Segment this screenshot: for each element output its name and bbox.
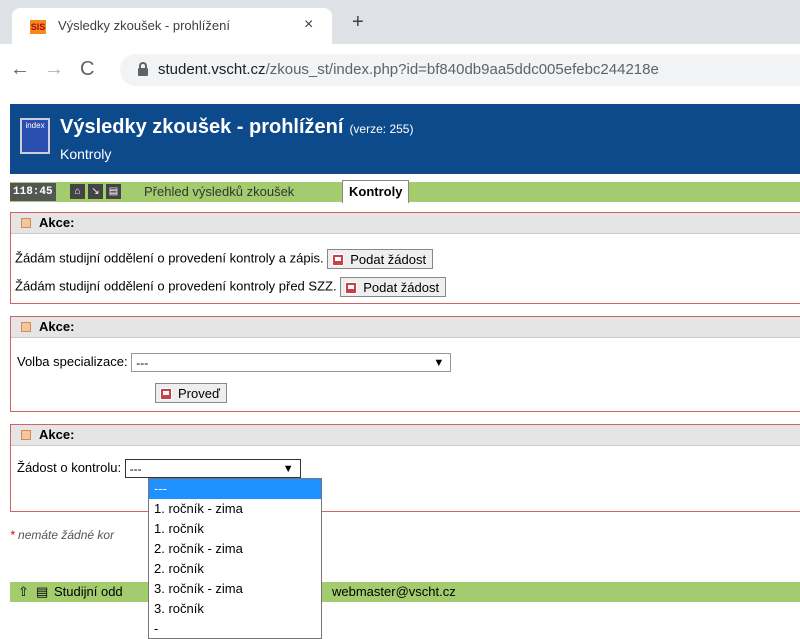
dept-label: Studijní odd bbox=[54, 584, 123, 599]
session-clock: 118:45 bbox=[10, 183, 56, 201]
url-path: /zkous_st/index.php?id=bf840db9aa5ddc005… bbox=[265, 61, 659, 78]
panel-title: Akce: bbox=[39, 215, 75, 230]
forward-arrow-icon[interactable]: → bbox=[44, 58, 64, 80]
control-label: Žádost o kontrolu: bbox=[17, 459, 122, 475]
lock-icon[interactable] bbox=[138, 62, 148, 76]
request-text-2: Žádám studijní oddělení o provedení kont… bbox=[15, 278, 337, 294]
execute-icon bbox=[160, 388, 172, 400]
app-tabstrip: 118:45 ⌂ ↘ ▤ Přehled výsledků zkoušek Ko… bbox=[10, 180, 800, 203]
note-text: nemáte žádné kor bbox=[18, 528, 115, 542]
page-title: Výsledky zkoušek - prohlížení (verze: 255… bbox=[60, 116, 413, 139]
execute-label: Proveď bbox=[178, 386, 220, 401]
tab-kontroly[interactable]: Kontroly bbox=[342, 180, 410, 203]
browser-tab-bar: SIS Výsledky zkoušek - prohlížení × + bbox=[0, 0, 800, 44]
close-tab-icon[interactable]: × bbox=[304, 16, 313, 34]
panel-title: Akce: bbox=[39, 319, 75, 334]
dropdown-option[interactable]: --- bbox=[149, 479, 321, 499]
browser-nav-bar: ← → C student.vscht.cz/zkous_st/index.ph… bbox=[0, 44, 800, 96]
app-footer: ⇧ ▤ Studijní odd webmaster@vscht.cz bbox=[10, 582, 800, 602]
tab-overview[interactable]: Přehled výsledků zkoušek bbox=[144, 184, 294, 199]
tab-title: Výsledky zkoušek - prohlížení bbox=[58, 18, 230, 33]
specialization-row: Volba specializace: --- ▼ bbox=[17, 353, 452, 372]
print-icon[interactable]: ▤ bbox=[36, 582, 48, 602]
collapse-icon[interactable] bbox=[21, 430, 31, 440]
submit-icon bbox=[332, 254, 345, 266]
dropdown-option[interactable]: 2. ročník bbox=[149, 559, 321, 579]
request-row-1: Žádám studijní oddělení o provedení kont… bbox=[15, 249, 434, 269]
version-label: (verze: 255) bbox=[349, 122, 414, 136]
control-value: --- bbox=[129, 462, 142, 476]
specialization-label: Volba specializace: bbox=[17, 353, 128, 369]
control-row: Žádost o kontrolu: --- ▼ bbox=[17, 459, 301, 478]
execute-button[interactable]: Proveď bbox=[155, 383, 227, 403]
note-star: * bbox=[10, 528, 15, 542]
info-note: * nemáte žádné kor bbox=[10, 528, 114, 542]
app-header: index Výsledky zkoušek - prohlížení (verz… bbox=[10, 104, 800, 174]
dropdown-option[interactable]: 3. ročník bbox=[149, 599, 321, 619]
submit-label: Podat žádost bbox=[363, 280, 440, 295]
panel-title: Akce: bbox=[39, 427, 75, 442]
dropdown-option[interactable]: - bbox=[149, 619, 321, 638]
panel-header: Akce: bbox=[11, 213, 800, 234]
submit-request-button-2[interactable]: Podat žádost bbox=[340, 277, 447, 297]
dropdown-option[interactable]: 1. ročník - zima bbox=[149, 499, 321, 519]
request-row-2: Žádám studijní oddělení o provedení kont… bbox=[15, 277, 447, 297]
request-text-1: Žádám studijní oddělení o provedení kont… bbox=[15, 250, 324, 266]
url-text[interactable]: student.vscht.cz/zkous_st/index.php?id=b… bbox=[158, 61, 659, 78]
collapse-icon[interactable] bbox=[21, 218, 31, 228]
print-icon[interactable]: ▤ bbox=[106, 184, 121, 199]
specialization-value: --- bbox=[136, 356, 149, 370]
panel-header: Akce: bbox=[11, 317, 800, 338]
webmaster-email-link[interactable]: webmaster@vscht.cz bbox=[332, 582, 456, 602]
index-book-icon: index bbox=[20, 118, 50, 154]
arrow-down-right-icon[interactable]: ↘ bbox=[88, 184, 103, 199]
specialization-select[interactable]: --- ▼ bbox=[131, 353, 452, 372]
url-host: student.vscht.cz bbox=[158, 61, 266, 78]
collapse-icon[interactable] bbox=[21, 322, 31, 332]
panel-header: Akce: bbox=[11, 425, 800, 446]
home-icon[interactable]: ⌂ bbox=[70, 184, 85, 199]
page-subtitle: Kontroly bbox=[60, 146, 112, 162]
back-arrow-icon[interactable]: ← bbox=[10, 58, 30, 80]
control-request-options[interactable]: --- 1. ročník - zima 1. ročník 2. ročník… bbox=[148, 478, 322, 639]
reload-icon[interactable]: C bbox=[80, 58, 94, 80]
submit-icon bbox=[345, 282, 358, 294]
address-bar[interactable]: student.vscht.cz/zkous_st/index.php?id=b… bbox=[120, 54, 800, 86]
control-request-select[interactable]: --- ▼ bbox=[124, 459, 301, 478]
chevron-down-icon: ▼ bbox=[282, 463, 294, 475]
sis-favicon-icon: SIS bbox=[30, 20, 46, 34]
actions-panel-requests: Akce: Žádám studijní oddělení o proveden… bbox=[10, 212, 800, 304]
actions-panel-specialization: Akce: Volba specializace: --- ▼ Proveď bbox=[10, 316, 800, 412]
dropdown-option[interactable]: 3. ročník - zima bbox=[149, 579, 321, 599]
browser-tab[interactable]: SIS Výsledky zkoušek - prohlížení × bbox=[12, 8, 332, 44]
dropdown-option[interactable]: 2. ročník - zima bbox=[149, 539, 321, 559]
new-tab-icon[interactable]: + bbox=[352, 12, 364, 32]
up-arrow-icon[interactable]: ⇧ bbox=[18, 582, 29, 602]
chevron-down-icon: ▼ bbox=[433, 357, 445, 369]
actions-panel-control: Akce: Žádost o kontrolu: --- ▼ bbox=[10, 424, 800, 512]
page-title-text: Výsledky zkoušek - prohlížení bbox=[60, 116, 344, 138]
dropdown-option[interactable]: 1. ročník bbox=[149, 519, 321, 539]
submit-label: Podat žádost bbox=[350, 252, 427, 267]
execute-row: Proveď bbox=[155, 383, 227, 403]
submit-request-button-1[interactable]: Podat žádost bbox=[327, 249, 434, 269]
